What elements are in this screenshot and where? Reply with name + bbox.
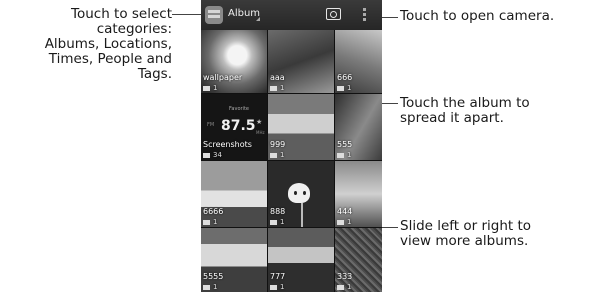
gallery-app-icon[interactable] — [205, 6, 223, 24]
camera-icon[interactable] — [326, 8, 341, 20]
folder-icon — [203, 85, 210, 91]
album-tile[interactable]: 444 1 — [335, 161, 382, 227]
folder-icon — [270, 219, 277, 225]
radio-unit: MHz — [256, 130, 265, 135]
callout-album-spread: Touch the album to spread it apart. — [400, 96, 530, 126]
folder-icon — [203, 152, 210, 158]
callout-line: view more albums. — [400, 233, 529, 249]
folder-icon — [337, 85, 344, 91]
callout-line: Touch to select — [71, 6, 172, 22]
album-count: 1 — [270, 84, 284, 92]
dropdown-caret-icon — [256, 17, 260, 21]
folder-icon — [337, 284, 344, 290]
album-name: 888 — [270, 207, 286, 216]
album-tile[interactable]: 333 1 — [335, 228, 382, 292]
album-name: 999 — [270, 140, 286, 149]
album-name: 777 — [270, 272, 286, 281]
album-tile[interactable]: aaa 1 — [268, 30, 334, 93]
album-name: 5555 — [203, 272, 224, 281]
album-name: aaa — [270, 73, 285, 82]
album-tile[interactable]: 666 1 — [335, 30, 382, 93]
callout-camera: Touch to open camera. — [400, 9, 554, 24]
phone-screen: Album wallpaper 1 aaa 1 666 1 Favorite F… — [201, 0, 382, 292]
album-name: wallpaper — [203, 73, 243, 82]
album-tile[interactable]: 555 1 — [335, 94, 382, 160]
folder-icon — [270, 85, 277, 91]
callout-line: Times, People and — [48, 51, 172, 67]
album-tile[interactable]: 5555 1 — [201, 228, 267, 292]
album-count: 1 — [337, 84, 351, 92]
radio-band: FM — [207, 122, 215, 128]
album-count: 1 — [203, 283, 217, 291]
album-name: Screenshots — [203, 140, 252, 149]
album-count: 1 — [270, 151, 284, 159]
album-tile[interactable]: Favorite FM 87.5 ★ MHz Screenshots 34 — [201, 94, 267, 160]
folder-icon — [337, 219, 344, 225]
callout-line: Tags. — [137, 66, 172, 82]
album-name: 666 — [337, 73, 353, 82]
album-count: 1 — [337, 151, 351, 159]
album-name: 444 — [337, 207, 353, 216]
stalk — [301, 203, 303, 227]
album-name: 333 — [337, 272, 353, 281]
album-name: 6666 — [203, 207, 224, 216]
overflow-menu-icon[interactable] — [363, 8, 366, 22]
star-icon: ★ — [256, 118, 263, 126]
callout-slide: Slide left or right to view more albums. — [400, 219, 531, 249]
callout-line: categories: — [96, 21, 172, 37]
radio-label: Favorite — [229, 106, 249, 112]
action-bar: Album — [201, 0, 382, 30]
cartoon-figure — [288, 183, 310, 203]
album-count: 1 — [270, 218, 284, 226]
album-count: 1 — [270, 283, 284, 291]
callout-line: Touch to open camera. — [400, 8, 555, 24]
album-count: 1 — [203, 218, 217, 226]
callout-line: Albums, Locations, — [44, 36, 172, 52]
folder-icon — [270, 284, 277, 290]
album-tile[interactable]: 777 1 — [268, 228, 334, 292]
album-tile[interactable]: 888 1 — [268, 161, 334, 227]
callout-line: spread it apart. — [400, 110, 504, 126]
album-count: 1 — [337, 283, 351, 291]
album-tile[interactable]: 999 1 — [268, 94, 334, 160]
album-tile[interactable]: 6666 1 — [201, 161, 267, 227]
radio-frequency: 87.5 — [221, 118, 256, 134]
album-count: 1 — [203, 84, 217, 92]
album-tile[interactable]: wallpaper 1 — [201, 30, 267, 93]
folder-icon — [203, 284, 210, 290]
album-count: 34 — [203, 151, 222, 159]
folder-icon — [203, 219, 210, 225]
album-count: 1 — [337, 218, 351, 226]
folder-icon — [337, 152, 344, 158]
callout-categories: Touch to select categories: Albums, Loca… — [4, 7, 172, 82]
eye — [294, 191, 297, 195]
callout-line: Touch the album to — [400, 95, 530, 111]
folder-icon — [270, 152, 277, 158]
callout-line: Slide left or right to — [400, 218, 532, 234]
eye — [303, 191, 306, 195]
album-name: 555 — [337, 140, 353, 149]
